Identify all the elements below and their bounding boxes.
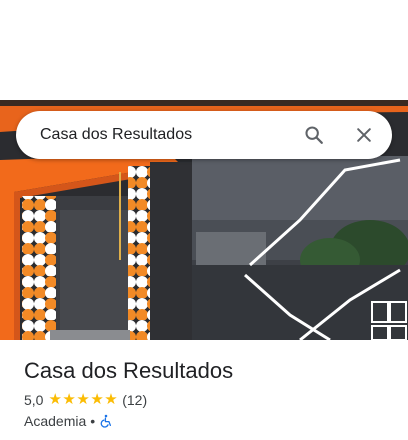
category-row: Academia • xyxy=(24,413,113,429)
star-icon: ★ xyxy=(48,391,62,408)
search-bar[interactable]: Casa dos Resultados xyxy=(16,111,392,159)
search-icon xyxy=(305,126,323,144)
star-rating: ★ ★ ★ ★ ★ xyxy=(48,392,118,408)
place-category: Academia xyxy=(24,413,87,429)
star-icon: ★ xyxy=(76,391,90,408)
search-input[interactable]: Casa dos Resultados xyxy=(40,126,294,144)
clear-search-button[interactable] xyxy=(344,115,384,155)
close-icon xyxy=(357,128,371,142)
star-icon: ★ xyxy=(104,391,118,408)
place-title[interactable]: Casa dos Resultados xyxy=(24,358,394,384)
separator-dot: • xyxy=(90,413,96,429)
review-count[interactable]: (12) xyxy=(122,392,147,408)
place-info: Casa dos Resultados 5,0 ★ ★ ★ ★ ★ (12) Acade… xyxy=(24,358,394,429)
rating-row[interactable]: 5,0 ★ ★ ★ ★ ★ (12) xyxy=(24,392,147,409)
search-button[interactable] xyxy=(294,115,334,155)
wheelchair-accessible-icon xyxy=(100,414,112,428)
star-icon: ★ xyxy=(90,391,104,408)
rating-value: 5,0 xyxy=(24,392,44,408)
star-icon: ★ xyxy=(62,391,76,408)
